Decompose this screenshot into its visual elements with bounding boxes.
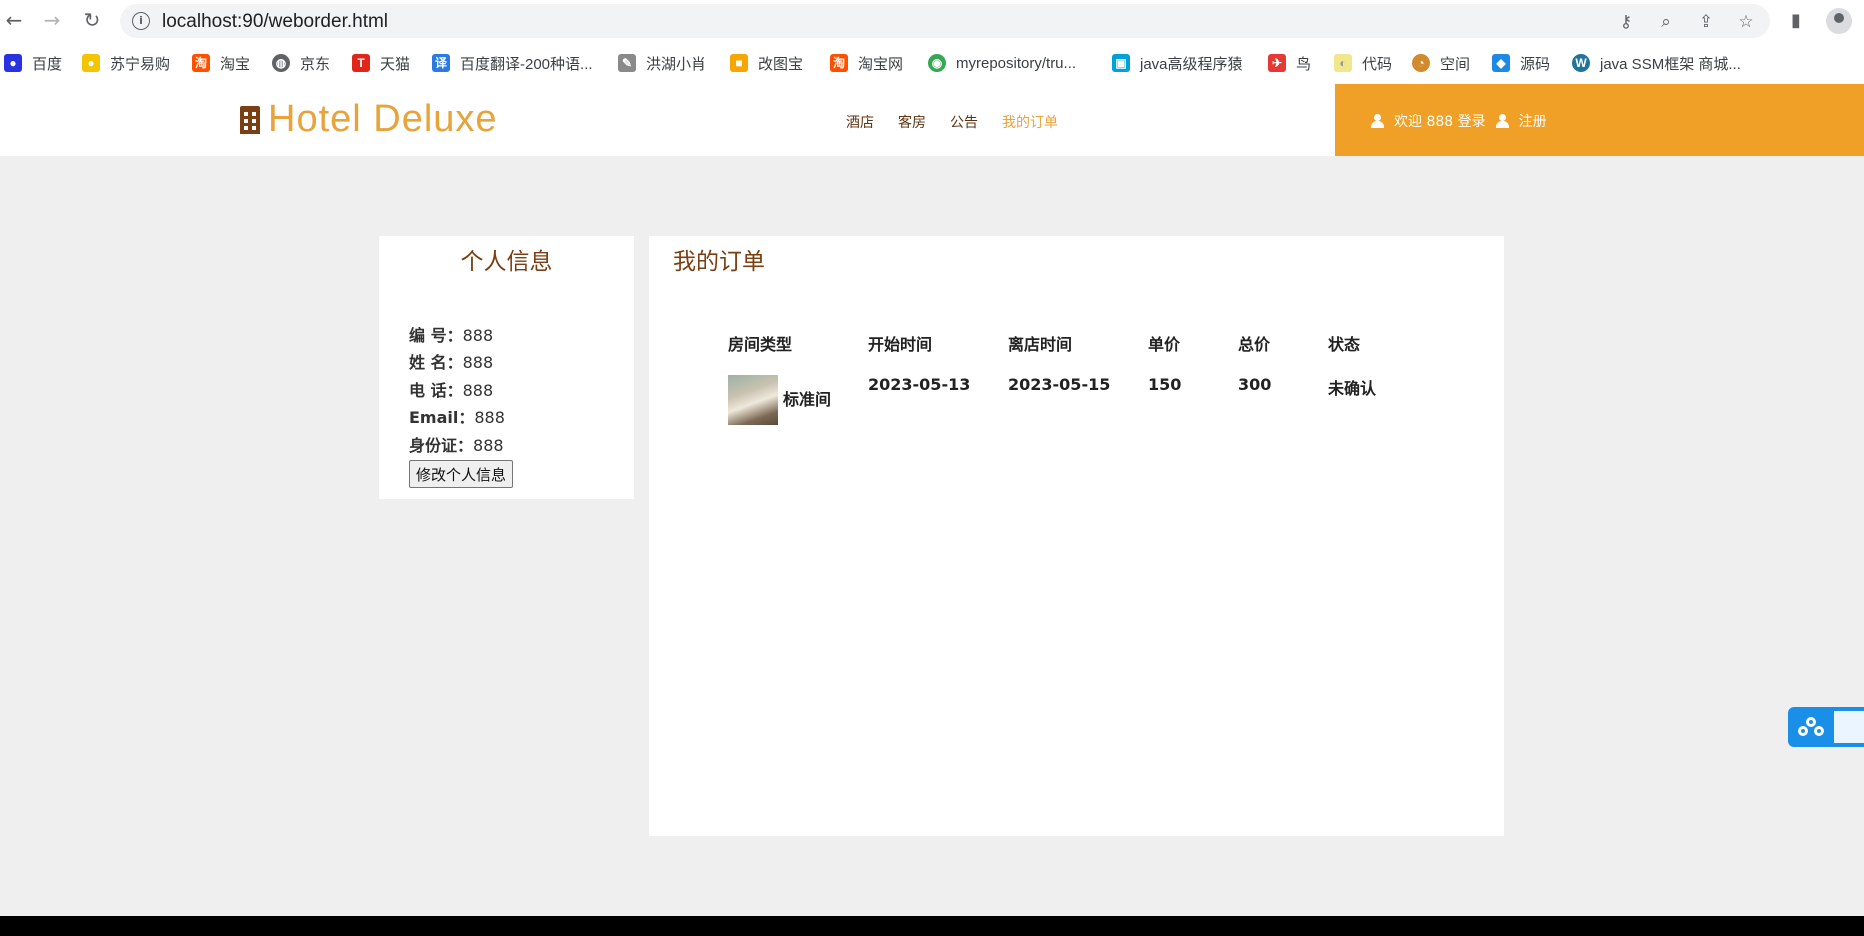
bookmark-item[interactable]: ● 百度 [4,52,62,74]
bookmark-item[interactable]: 译百度翻译-200种语... [432,52,593,74]
space-icon: ◔ [1412,54,1430,72]
taobao-icon: 淘 [192,54,210,72]
profile-field-idcard: 身份证：888 [409,436,504,455]
bookmark-item[interactable]: ◆ 源码 [1492,52,1550,74]
share-icon[interactable]: ⇪ [1696,12,1716,32]
cell-status: 未确认 [1328,379,1377,398]
chrome-icon: ◉ [928,54,946,72]
column-header-total: 总价 [1238,335,1271,354]
reload-icon[interactable]: ↻ [80,8,104,32]
profile-title: 个人信息 [460,249,553,275]
forward-arrow-icon[interactable]: → [40,8,64,32]
hotel-building-icon [240,105,260,134]
bookmarks-bar: ● 百度 ● 苏宁易购 淘淘宝 ◍ 京东 T 天猫 译百度翻译-200种语... ✎ 洪湖… [0,42,1864,85]
column-header-start-time: 开始时间 [868,335,933,354]
orders-title: 我的订单 [673,249,765,275]
globe-icon: ◍ [272,54,290,72]
bookmark-item[interactable]: T 天猫 [352,52,410,74]
profile-avatar-icon[interactable] [1826,8,1852,34]
side-panel-icon[interactable]: ▮ [1784,9,1808,33]
star-icon[interactable]: ☆ [1736,12,1756,32]
cell-unit-price: 150 [1148,375,1182,394]
profile-field-name: 姓 名：888 [409,353,494,372]
bookmark-item[interactable]: ◉ myrepository/tru... [928,52,1076,74]
welcome-link[interactable]: 欢迎 888 登录 [1394,111,1486,131]
account-bar: 欢迎 888 登录 注册 [1335,84,1864,156]
register-link[interactable]: 注册 [1519,111,1547,131]
cloud-rings-icon [1798,717,1824,737]
bookmark-item[interactable]: ▣ java高级程序猿 [1112,52,1243,74]
bookmark-item[interactable]: ◐ 代码 [1334,52,1392,74]
code-icon: ◐ [1334,54,1352,72]
back-arrow-icon[interactable]: ← [2,8,26,32]
source-icon: ◆ [1492,54,1510,72]
bookmark-item[interactable]: 淘淘宝 [192,52,250,74]
bookmark-item[interactable]: ◍ 京东 [272,52,330,74]
bottom-bar [0,916,1864,936]
profile-field-id: 编 号：888 [409,326,494,345]
floating-helper-widget[interactable] [1788,707,1864,747]
edit-profile-button[interactable]: 修改个人信息 [409,460,514,488]
site-logo[interactable]: Hotel Deluxe [240,98,498,141]
logo-text: Hotel Deluxe [268,98,498,140]
translate-icon: 译 [432,54,450,72]
bookmark-item[interactable]: ● 苏宁易购 [82,52,170,74]
site-info-icon[interactable]: i [132,12,150,30]
main-nav: 酒店 客房 公告 我的订单 [846,112,1058,132]
bilibili-icon: ▣ [1112,54,1130,72]
profile-panel: 个人信息 编 号：888 姓 名：888 电 话：888 Email：888 身… [379,236,634,499]
column-header-status: 状态 [1328,335,1361,354]
bookmark-item[interactable]: ✎ 洪湖小肖 [618,52,706,74]
cell-start-time: 2023-05-13 [868,375,971,394]
cell-room-type: 标准间 [783,390,832,409]
tmall-icon: T [352,54,370,72]
widget-tab[interactable] [1834,711,1864,743]
bookmark-item[interactable]: Wjava SSM框架 商城... [1572,52,1741,74]
nav-item-rooms[interactable]: 客房 [898,112,926,132]
cell-end-time: 2023-05-15 [1008,375,1111,394]
url-text[interactable]: localhost:90/weborder.html [162,11,388,33]
address-bar[interactable]: i localhost:90/weborder.html ⚷ ⌕ ⇪ ☆ [120,4,1770,38]
nav-item-notices[interactable]: 公告 [950,112,978,132]
wordpress-icon: W [1572,54,1590,72]
column-header-room-type: 房间类型 [728,335,793,354]
zoom-icon[interactable]: ⌕ [1656,12,1676,32]
site-header: Hotel Deluxe 酒店 客房 公告 我的订单 欢迎 888 登录 注册 [0,84,1864,156]
suning-icon: ● [82,54,100,72]
browser-toolbar: ← → ↻ i localhost:90/weborder.html ⚷ ⌕ ⇪… [0,0,1864,42]
baidu-icon: ● [4,54,22,72]
user-icon [1371,114,1384,128]
bookmark-item[interactable]: ✈ 鸟 [1268,52,1311,74]
profile-field-email: Email：888 [409,408,505,427]
nav-item-my-orders[interactable]: 我的订单 [1002,112,1058,132]
feather-icon: ✎ [618,54,636,72]
bookmark-item[interactable]: ◔ 空间 [1412,52,1470,74]
user-icon [1495,114,1509,128]
taobao-icon: 淘 [830,54,848,72]
profile-field-phone: 电 话：888 [409,381,494,400]
room-thumbnail [728,375,778,425]
bookmark-item[interactable]: 淘淘宝网 [830,52,903,74]
bookmark-item[interactable]: ■ 改图宝 [730,52,803,74]
orders-panel: 我的订单 房间类型 开始时间 离店时间 单价 总价 状态 标准间 2023-05… [649,236,1504,836]
cell-total: 300 [1238,375,1272,394]
nav-item-hotel[interactable]: 酒店 [846,112,874,132]
key-icon[interactable]: ⚷ [1616,12,1636,32]
bird-icon: ✈ [1268,54,1286,72]
column-header-end-time: 离店时间 [1008,335,1073,354]
column-header-unit-price: 单价 [1148,335,1181,354]
gaitubao-icon: ■ [730,54,748,72]
